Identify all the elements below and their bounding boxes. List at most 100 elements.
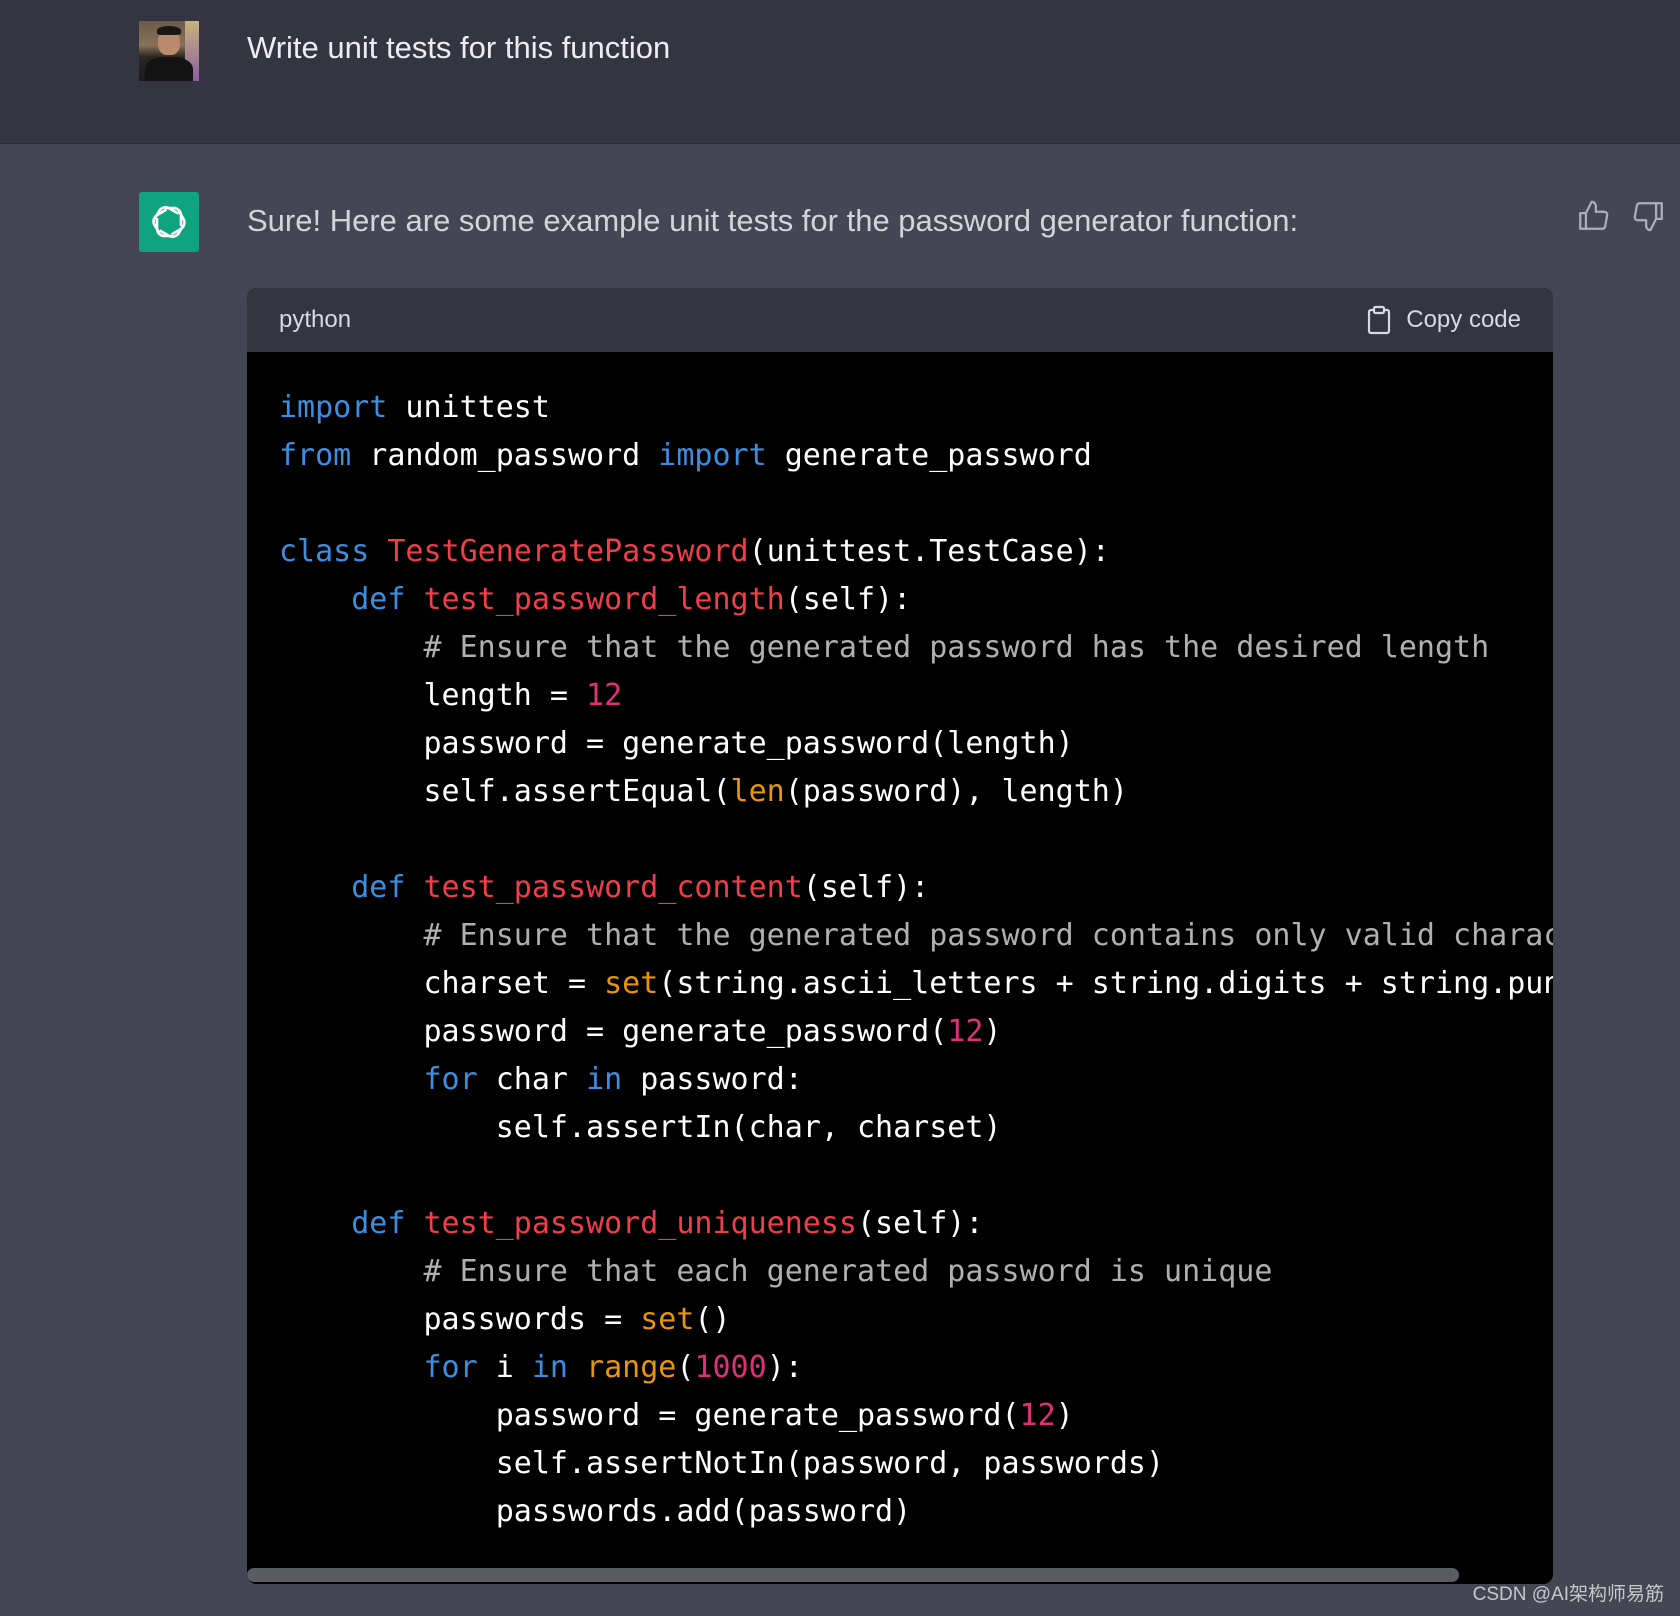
code-line: # Ensure that the generated password has… <box>279 624 1553 672</box>
code-block: python Copy code import unittest from ran… <box>247 288 1553 1584</box>
code-language-label: python <box>279 306 352 333</box>
code-token: (self): <box>802 870 930 905</box>
user-message-text: Write unit tests for this function <box>247 30 671 65</box>
code-line: for char in password: <box>279 1056 1553 1104</box>
code-line: password = generate_password(12) <box>279 1392 1553 1440</box>
code-token: ) <box>983 1014 1002 1049</box>
code-line: from random_password import generate_pas… <box>279 432 1553 480</box>
code-token: i <box>477 1350 532 1385</box>
code-token: def <box>351 1206 406 1241</box>
code-token: ): <box>766 1350 803 1385</box>
assistant-message-text: Sure! Here are some example unit tests f… <box>247 203 1299 238</box>
code-token: for <box>423 1350 478 1385</box>
code-token: password: <box>622 1062 803 1097</box>
code-token: () <box>694 1302 731 1337</box>
code-token: set <box>604 966 659 1001</box>
code-line: passwords.add(password) <box>279 1488 1553 1536</box>
code-token: TestGeneratePassword <box>387 534 749 569</box>
copy-code-label: Copy code <box>1406 306 1521 333</box>
code-token: passwords.add(password) <box>279 1494 912 1529</box>
horizontal-scrollbar[interactable] <box>247 1568 1553 1584</box>
code-token: # Ensure that the generated password has… <box>423 630 1490 665</box>
code-token: # Ensure that the generated password con… <box>423 918 1554 953</box>
code-token: char <box>477 1062 587 1097</box>
code-line: self.assertIn(char, charset) <box>279 1104 1553 1152</box>
code-line: def test_password_content(self): <box>279 864 1553 912</box>
code-token: import <box>658 438 767 473</box>
user-message-row: Write unit tests for this function <box>0 0 1680 144</box>
code-token: len <box>730 774 785 809</box>
code-token: 12 <box>1019 1398 1056 1433</box>
code-token: (self): <box>784 582 912 617</box>
code-token: charset = <box>279 966 605 1001</box>
scrollbar-thumb[interactable] <box>247 1568 1459 1582</box>
code-token: in <box>586 1062 623 1097</box>
code-token: self.assertIn(char, charset) <box>279 1110 1002 1145</box>
code-token: (self): <box>856 1206 984 1241</box>
code-token: def <box>351 870 406 905</box>
code-token: (unittest.TestCase): <box>748 534 1110 569</box>
code-content: import unittest from random_password impo… <box>279 384 1553 1536</box>
code-token: ( <box>676 1350 695 1385</box>
code-token: password = generate_password( <box>279 1398 1020 1433</box>
code-token: def <box>351 582 406 617</box>
code-line: def test_password_uniqueness(self): <box>279 1200 1553 1248</box>
code-line: import unittest <box>279 384 1553 432</box>
code-block-header: python Copy code <box>247 288 1553 352</box>
code-token: for <box>423 1062 478 1097</box>
code-token: generate_password <box>766 438 1092 473</box>
code-token: from <box>279 438 352 473</box>
code-line: self.assertNotIn(password, passwords) <box>279 1440 1553 1488</box>
code-token: random_password <box>351 438 659 473</box>
user-avatar <box>139 21 199 81</box>
code-token: (password), length) <box>784 774 1128 809</box>
assistant-avatar <box>139 192 199 252</box>
code-token: (string.ascii_letters + string.digits + … <box>658 966 1553 1001</box>
code-token: class <box>279 534 370 569</box>
code-line: charset = set(string.ascii_letters + str… <box>279 960 1553 1008</box>
code-token: test_password_uniqueness <box>423 1206 857 1241</box>
clipboard-icon <box>1368 305 1391 335</box>
code-token: password = generate_password( <box>279 1014 948 1049</box>
code-line: def test_password_length(self): <box>279 576 1553 624</box>
code-token: set <box>640 1302 695 1337</box>
thumbs-up-icon[interactable] <box>1576 199 1610 233</box>
openai-logo-icon <box>152 206 186 238</box>
code-token: unittest <box>387 390 550 425</box>
code-token: test_password_content <box>423 870 803 905</box>
code-token: # Ensure that each generated password is… <box>423 1254 1273 1289</box>
code-line: length = 12 <box>279 672 1553 720</box>
code-token: test_password_length <box>423 582 785 617</box>
copy-code-button[interactable]: Copy code <box>1366 302 1521 338</box>
code-token: self.assertEqual( <box>279 774 731 809</box>
code-line: class TestGeneratePassword(unittest.Test… <box>279 528 1553 576</box>
code-token: self.assertNotIn(password, passwords) <box>279 1446 1165 1481</box>
code-line: # Ensure that the generated password con… <box>279 912 1554 960</box>
code-line: # Ensure that each generated password is… <box>279 1248 1553 1296</box>
code-line: passwords = set() <box>279 1296 1553 1344</box>
code-token: password = generate_password(length) <box>279 726 1074 761</box>
code-token: length = <box>279 678 587 713</box>
watermark: CSDN @AI架构师易筋 <box>1472 1584 1664 1605</box>
code-token: import <box>279 390 388 425</box>
code-line: password = generate_password(length) <box>279 720 1553 768</box>
code-token: in <box>531 1350 568 1385</box>
code-token: 1000 <box>694 1350 767 1385</box>
thumbs-down-icon[interactable] <box>1632 199 1666 233</box>
code-token: ) <box>1055 1398 1074 1433</box>
code-token: 12 <box>947 1014 984 1049</box>
